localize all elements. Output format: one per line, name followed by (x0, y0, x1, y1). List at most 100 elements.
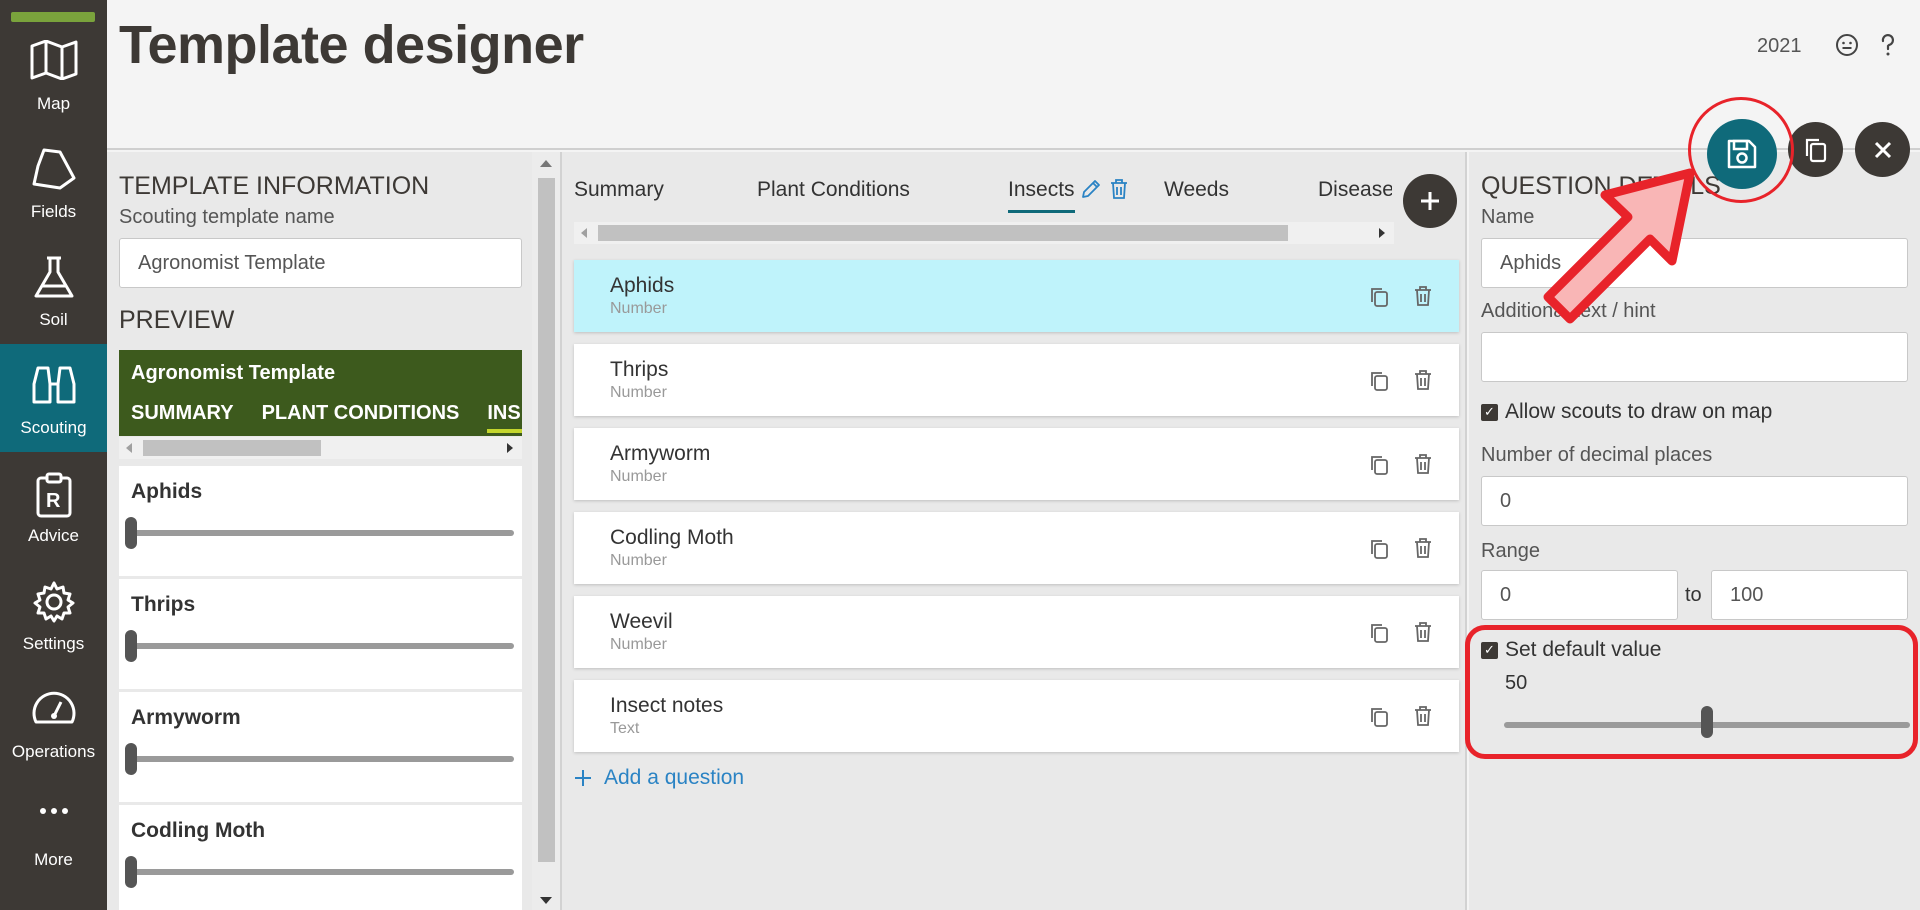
pencil-edit-icon[interactable] (1080, 178, 1102, 200)
scrollbar-thumb[interactable] (538, 178, 555, 862)
plus-icon (575, 770, 591, 786)
nav-label-settings: Settings (22, 634, 85, 653)
template-information-panel: TEMPLATE INFORMATION Scouting template n… (107, 152, 532, 910)
question-type: Text (610, 720, 640, 737)
preview-tab-insects[interactable]: INSECTS (487, 402, 522, 433)
nav-label-scouting: Scouting (20, 418, 87, 437)
smiley-feedback-icon[interactable] (1835, 33, 1859, 57)
scroll-up-arrow-icon[interactable] (540, 160, 552, 167)
preview-horizontal-scrollbar[interactable] (119, 437, 522, 459)
tab-plant-conditions[interactable]: Plant Conditions (757, 178, 910, 202)
trash-icon[interactable] (1413, 705, 1433, 727)
default-value-readout: 50 (1505, 672, 1528, 694)
nav-item-scouting[interactable]: Scouting (0, 344, 107, 452)
trash-icon[interactable] (1413, 537, 1433, 559)
flask-icon (34, 256, 73, 298)
nav-item-settings[interactable]: Settings (0, 560, 107, 668)
question-row[interactable]: Aphids Number (574, 260, 1459, 332)
preview-tab-summary[interactable]: SUMMARY (131, 402, 234, 433)
template-name-input[interactable]: Agronomist Template (119, 238, 522, 288)
preview-header: Agronomist Template SUMMARY PLANT CONDIT… (119, 350, 522, 436)
question-name: Thrips (610, 358, 669, 381)
copy-icon[interactable] (1369, 454, 1389, 476)
set-default-checkbox[interactable]: ✓ Set default value (1481, 638, 1661, 662)
more-icon (39, 808, 68, 814)
year-selector[interactable]: 2021 (1757, 35, 1802, 58)
preview-title: Agronomist Template (131, 362, 336, 384)
copy-icon[interactable] (1369, 370, 1389, 392)
preview-slider-thumb[interactable] (125, 517, 137, 549)
question-row[interactable]: Codling Moth Number (574, 512, 1459, 584)
nav-label-soil: Soil (39, 310, 68, 329)
trash-icon[interactable] (1413, 621, 1433, 643)
hint-input[interactable] (1481, 332, 1908, 382)
tab-summary[interactable]: Summary (574, 178, 664, 202)
fields-icon (32, 148, 75, 190)
preview-slider-track[interactable] (131, 530, 514, 536)
scroll-left-arrow-icon[interactable] (126, 443, 132, 453)
question-name: Armyworm (610, 442, 711, 465)
preview-card: Armyworm (119, 692, 522, 802)
nav-item-soil[interactable]: Soil (0, 236, 107, 344)
tab-disease[interactable]: Disease (1318, 178, 1392, 202)
preview-slider-thumb[interactable] (125, 630, 137, 662)
scrollbar-thumb[interactable] (598, 225, 1288, 241)
nav-item-fields[interactable]: Fields (0, 128, 107, 236)
scroll-right-arrow-icon[interactable] (507, 443, 513, 453)
scrollbar-thumb[interactable] (143, 440, 321, 456)
question-row[interactable]: Thrips Number (574, 344, 1459, 416)
trash-icon[interactable] (1413, 285, 1433, 307)
range-max-input[interactable]: 100 (1711, 570, 1908, 620)
svg-text:R: R (46, 490, 61, 512)
save-button[interactable] (1707, 119, 1777, 189)
allow-draw-checkbox[interactable]: ✓ Allow scouts to draw on map (1481, 400, 1772, 424)
questions-panel: Summary Plant Conditions Insects Weeds D… (560, 152, 1467, 910)
preview-slider-track[interactable] (131, 643, 514, 649)
question-row[interactable]: Insect notes Text (574, 680, 1459, 752)
question-type: Number (610, 384, 667, 401)
question-name-input[interactable]: Aphids (1481, 238, 1908, 288)
duplicate-template-button[interactable] (1788, 122, 1843, 177)
tabs-horizontal-scrollbar[interactable] (574, 222, 1394, 244)
copy-icon[interactable] (1369, 622, 1389, 644)
scroll-down-arrow-icon[interactable] (540, 897, 552, 904)
scroll-right-arrow-icon[interactable] (1379, 228, 1385, 238)
question-row[interactable]: Armyworm Number (574, 428, 1459, 500)
question-name: Insect notes (610, 694, 724, 717)
preview-slider-track[interactable] (131, 869, 514, 875)
nav-item-advice[interactable]: R Advice (0, 452, 107, 560)
copy-icon[interactable] (1369, 538, 1389, 560)
trash-icon[interactable] (1109, 178, 1129, 200)
decimal-places-input[interactable]: 0 (1481, 476, 1908, 526)
checkbox-checked-icon[interactable]: ✓ (1481, 641, 1498, 659)
default-value-slider-thumb[interactable] (1700, 705, 1714, 739)
question-row[interactable]: Weevil Number (574, 596, 1459, 668)
preview-slider-track[interactable] (131, 756, 514, 762)
preview-tabs: SUMMARY PLANT CONDITIONS INSECTS (131, 402, 522, 433)
checkbox-checked-icon[interactable]: ✓ (1481, 403, 1498, 421)
tab-insects[interactable]: Insects (1008, 178, 1075, 213)
copy-icon[interactable] (1369, 706, 1389, 728)
trash-icon[interactable] (1413, 369, 1433, 391)
range-min-input[interactable]: 0 (1481, 570, 1678, 620)
template-name-label: Scouting template name (119, 206, 335, 228)
nav-item-map[interactable]: Map (0, 20, 107, 128)
scroll-left-arrow-icon[interactable] (581, 228, 587, 238)
copy-icon[interactable] (1369, 286, 1389, 308)
nav-item-operations[interactable]: Operations (0, 668, 107, 776)
gear-icon (33, 581, 74, 623)
add-question-label: Add a question (604, 766, 745, 789)
add-tab-button[interactable] (1403, 174, 1457, 228)
nav-label-map: Map (36, 94, 71, 113)
preview-tab-plant-conditions[interactable]: PLANT CONDITIONS (262, 402, 460, 433)
close-button[interactable] (1855, 122, 1910, 177)
nav-item-more[interactable]: More (0, 776, 107, 884)
help-icon[interactable] (1877, 33, 1899, 57)
preview-slider-thumb[interactable] (125, 856, 137, 888)
left-panel-vertical-scrollbar[interactable] (532, 152, 560, 910)
gauge-icon (32, 691, 75, 724)
tab-weeds[interactable]: Weeds (1164, 178, 1229, 202)
trash-icon[interactable] (1413, 453, 1433, 475)
preview-slider-thumb[interactable] (125, 743, 137, 775)
add-question-link[interactable]: Add a question (574, 766, 744, 790)
